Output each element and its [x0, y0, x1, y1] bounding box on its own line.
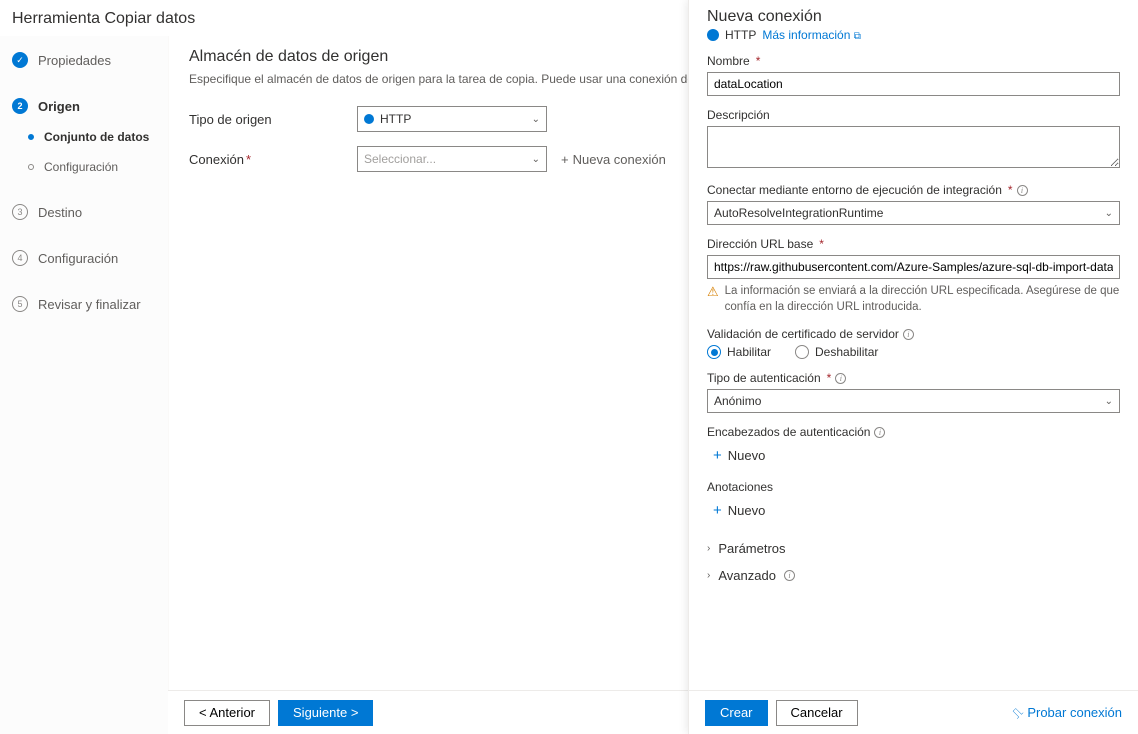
- annotations-label: Anotaciones: [707, 480, 1120, 494]
- step-review[interactable]: 5 Revisar y finalizar: [0, 288, 168, 320]
- panel-title: Nueva conexión: [707, 8, 1120, 26]
- description-textarea[interactable]: [707, 126, 1120, 168]
- new-connection-link[interactable]: + Nueva conexión: [561, 152, 666, 167]
- plug-icon: ⎍: [1009, 704, 1027, 722]
- url-warning-text: La información se enviará a la dirección…: [725, 283, 1120, 315]
- step-label: Propiedades: [38, 53, 111, 68]
- step-destination[interactable]: 3 Destino: [0, 196, 168, 228]
- source-type-value: HTTP: [380, 112, 411, 126]
- more-info-link[interactable]: Más información ⧉: [762, 28, 861, 42]
- cert-label: Validación de certificado de servidor i: [707, 327, 1120, 341]
- cert-disable-radio[interactable]: Deshabilitar: [795, 345, 878, 359]
- panel-footer: Crear Cancelar ⎍ Probar conexión: [689, 690, 1138, 734]
- info-icon[interactable]: i: [835, 373, 846, 384]
- source-type-dropdown[interactable]: HTTP ⌄: [357, 106, 547, 132]
- radio-checked-icon: [707, 345, 721, 359]
- chevron-right-icon: ›: [707, 570, 710, 581]
- test-connection-link[interactable]: ⎍ Probar conexión: [1013, 705, 1122, 721]
- info-icon[interactable]: i: [874, 427, 885, 438]
- connection-placeholder: Seleccionar...: [364, 152, 436, 166]
- step-source[interactable]: 2 Origen: [0, 90, 168, 122]
- connection-label: Conexión*: [189, 152, 357, 167]
- add-auth-header-button[interactable]: + Nuevo: [707, 443, 1120, 468]
- step-number-icon: 3: [12, 204, 28, 220]
- step-label: Conjunto de datos: [44, 130, 149, 144]
- step-label: Configuración: [38, 251, 118, 266]
- external-link-icon: ⧉: [854, 31, 861, 42]
- name-input[interactable]: [707, 72, 1120, 96]
- bullet-icon: [28, 164, 34, 170]
- step-label: Revisar y finalizar: [38, 297, 141, 312]
- chevron-down-icon: ⌄: [532, 154, 540, 165]
- step-number-icon: 2: [12, 98, 28, 114]
- substep-dataset[interactable]: Conjunto de datos: [0, 122, 168, 152]
- chevron-down-icon: ⌄: [1105, 208, 1113, 219]
- substep-configuration[interactable]: Configuración: [0, 152, 168, 182]
- plus-icon: +: [561, 152, 569, 167]
- name-label: Nombre*: [707, 54, 1120, 68]
- step-number-icon: 4: [12, 250, 28, 266]
- runtime-label: Conectar mediante entorno de ejecución d…: [707, 183, 1120, 197]
- cert-enable-radio[interactable]: Habilitar: [707, 345, 771, 359]
- add-annotation-button[interactable]: + Nuevo: [707, 498, 1120, 523]
- step-label: Configuración: [44, 160, 118, 174]
- info-icon[interactable]: i: [903, 329, 914, 340]
- base-url-label: Dirección URL base*: [707, 237, 1120, 251]
- next-button[interactable]: Siguiente >: [278, 700, 373, 726]
- advanced-expander[interactable]: › Avanzado i: [707, 562, 1120, 589]
- radio-unchecked-icon: [795, 345, 809, 359]
- plus-icon: +: [713, 502, 722, 519]
- http-icon: [364, 114, 374, 124]
- plus-icon: +: [713, 447, 722, 464]
- connection-dropdown[interactable]: Seleccionar... ⌄: [357, 146, 547, 172]
- parameters-expander[interactable]: › Parámetros: [707, 535, 1120, 562]
- info-icon: i: [784, 570, 795, 581]
- chevron-down-icon: ⌄: [1105, 396, 1113, 407]
- new-connection-panel: Nueva conexión HTTP Más información ⧉ No…: [688, 0, 1138, 734]
- chevron-down-icon: ⌄: [532, 114, 540, 125]
- step-properties[interactable]: ✓ Propiedades: [0, 44, 168, 76]
- info-icon[interactable]: i: [1017, 185, 1028, 196]
- panel-type: HTTP: [725, 28, 756, 42]
- runtime-select[interactable]: AutoResolveIntegrationRuntime ⌄: [707, 201, 1120, 225]
- step-label: Destino: [38, 205, 82, 220]
- http-icon: [707, 29, 719, 41]
- step-label: Origen: [38, 99, 80, 114]
- step-config[interactable]: 4 Configuración: [0, 242, 168, 274]
- step-number-icon: 5: [12, 296, 28, 312]
- auth-type-label: Tipo de autenticación* i: [707, 371, 1120, 385]
- prev-button[interactable]: < Anterior: [184, 700, 270, 726]
- chevron-right-icon: ›: [707, 543, 710, 554]
- wizard-sidebar: ✓ Propiedades 2 Origen Conjunto de datos…: [0, 36, 168, 734]
- base-url-input[interactable]: [707, 255, 1120, 279]
- create-button[interactable]: Crear: [705, 700, 768, 726]
- check-icon: ✓: [12, 52, 28, 68]
- auth-type-select[interactable]: Anónimo ⌄: [707, 389, 1120, 413]
- cancel-button[interactable]: Cancelar: [776, 700, 858, 726]
- auth-headers-label: Encabezados de autenticación i: [707, 425, 1120, 439]
- bullet-icon: [28, 134, 34, 140]
- source-type-label: Tipo de origen: [189, 112, 357, 127]
- warning-icon: ⚠: [707, 283, 719, 315]
- description-label: Descripción: [707, 108, 1120, 122]
